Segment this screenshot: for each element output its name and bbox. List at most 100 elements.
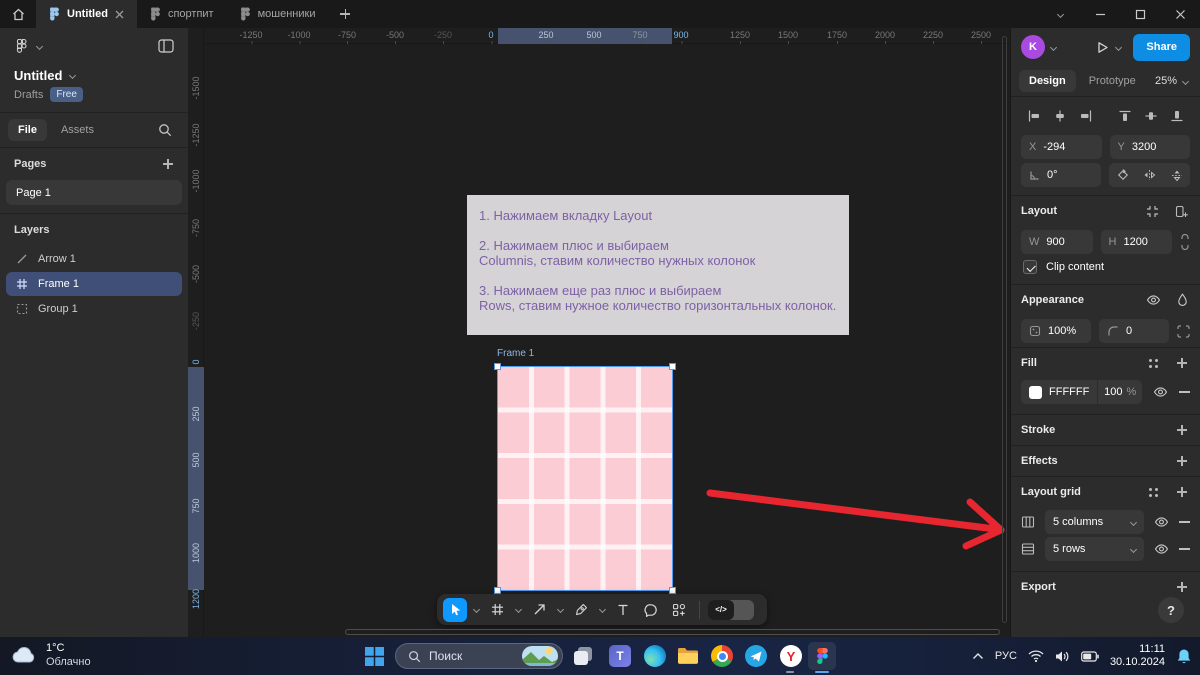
- minimize-button[interactable]: [1080, 0, 1120, 28]
- search-button[interactable]: [150, 123, 180, 137]
- eye-icon[interactable]: [1146, 294, 1161, 306]
- add-export-button[interactable]: [1176, 581, 1188, 593]
- corner-radius-field[interactable]: 0: [1099, 319, 1169, 343]
- page-item[interactable]: Page 1: [6, 180, 182, 205]
- language-indicator[interactable]: РУС: [995, 650, 1017, 662]
- align-bottom-icon[interactable]: [1170, 109, 1184, 123]
- pen-tool-chevron[interactable]: [597, 605, 607, 614]
- add-effect-button[interactable]: [1176, 455, 1188, 467]
- close-window-button[interactable]: [1160, 0, 1200, 28]
- maximize-button[interactable]: [1120, 0, 1160, 28]
- search-highlight-thumbnail[interactable]: [522, 646, 558, 666]
- x-position-field[interactable]: X -294: [1021, 135, 1102, 159]
- rotation-field[interactable]: 0°: [1021, 163, 1101, 187]
- layer-item-frame[interactable]: Frame 1: [6, 272, 182, 296]
- remove-rows-grid-button[interactable]: [1179, 548, 1190, 550]
- add-layout-grid-button[interactable]: [1176, 486, 1188, 498]
- fill-color-control[interactable]: FFFFFF 100 %: [1021, 380, 1142, 404]
- clock-widget[interactable]: 11:11 30.10.2024: [1110, 643, 1165, 669]
- pen-tool-button[interactable]: [569, 598, 593, 622]
- eye-icon[interactable]: [1154, 516, 1169, 528]
- frame-tool-chevron[interactable]: [513, 605, 523, 614]
- eye-icon[interactable]: [1154, 543, 1169, 555]
- taskbar-app-teams[interactable]: T: [608, 644, 632, 668]
- share-button[interactable]: Share: [1133, 33, 1190, 61]
- clip-content-checkbox[interactable]: [1023, 260, 1037, 274]
- y-position-field[interactable]: Y 3200: [1109, 135, 1190, 159]
- remove-fill-button[interactable]: [1179, 391, 1190, 393]
- selection-handle-nw[interactable]: [494, 363, 501, 370]
- volume-icon[interactable]: [1055, 650, 1070, 663]
- zoom-control[interactable]: 25%: [1155, 75, 1192, 87]
- start-button[interactable]: [362, 644, 386, 668]
- rows-grid-dropdown[interactable]: 5 rows: [1045, 537, 1144, 561]
- eye-icon[interactable]: [1153, 386, 1168, 398]
- fill-opacity-field[interactable]: 100 %: [1097, 380, 1142, 404]
- selection-handle-ne[interactable]: [669, 363, 676, 370]
- text-tool-button[interactable]: [611, 598, 635, 622]
- columns-grid-dropdown[interactable]: 5 columns: [1045, 510, 1144, 534]
- tab-file[interactable]: File: [8, 119, 47, 141]
- toggle-sidebar-button[interactable]: [158, 39, 174, 53]
- tab-prototype[interactable]: Prototype: [1079, 70, 1146, 92]
- frame-1-object[interactable]: [494, 363, 676, 594]
- play-icon[interactable]: [1096, 41, 1109, 54]
- rotate-button[interactable]: [1109, 169, 1136, 181]
- resize-to-fit-icon[interactable]: [1146, 205, 1159, 218]
- fill-hex-field[interactable]: FFFFFF: [1021, 385, 1097, 399]
- file-tab-sportpit[interactable]: спортпит: [137, 0, 227, 28]
- hidden-icons-chevron[interactable]: [972, 652, 984, 660]
- shape-tool-chevron[interactable]: [555, 605, 565, 614]
- comment-tool-button[interactable]: [639, 598, 663, 622]
- frame-tool-button[interactable]: [485, 598, 509, 622]
- add-fill-button[interactable]: [1176, 357, 1188, 369]
- close-tab-icon[interactable]: [115, 10, 124, 19]
- independent-corners-icon[interactable]: [1177, 324, 1190, 338]
- taskbar-app-chrome[interactable]: [710, 644, 734, 668]
- vertical-scrollbar[interactable]: [1002, 36, 1007, 623]
- styles-icon[interactable]: [1147, 486, 1160, 499]
- width-field[interactable]: W 900: [1021, 230, 1093, 254]
- clip-content-row[interactable]: Clip content: [1011, 258, 1200, 284]
- tab-assets[interactable]: Assets: [51, 119, 104, 141]
- battery-icon[interactable]: [1081, 650, 1099, 662]
- taskbar-app-telegram[interactable]: [744, 644, 768, 668]
- tab-design[interactable]: Design: [1019, 70, 1076, 92]
- play-options-chevron-icon[interactable]: [1115, 43, 1123, 51]
- move-tool-chevron[interactable]: [471, 605, 481, 614]
- height-field[interactable]: H 1200: [1100, 230, 1172, 254]
- flip-horizontal-button[interactable]: [1136, 169, 1163, 181]
- selection-handle-sw[interactable]: [494, 587, 501, 594]
- help-button[interactable]: ?: [1158, 597, 1184, 623]
- account-chevron-icon[interactable]: [1049, 43, 1058, 51]
- taskbar-app-yandex[interactable]: Y: [779, 644, 803, 668]
- add-stroke-button[interactable]: [1176, 424, 1188, 436]
- wifi-icon[interactable]: [1028, 650, 1044, 662]
- align-top-icon[interactable]: [1118, 109, 1132, 123]
- instruction-note[interactable]: 1. Нажимаем вкладку Layout 2. Нажимаем п…: [467, 195, 849, 335]
- layer-item-arrow[interactable]: Arrow 1: [6, 247, 182, 271]
- opacity-field[interactable]: 100%: [1021, 319, 1091, 343]
- actions-tool-button[interactable]: [667, 598, 691, 622]
- blend-droplet-icon[interactable]: [1177, 293, 1188, 307]
- taskbar-search[interactable]: Поиск: [395, 643, 563, 669]
- flip-vertical-button[interactable]: [1163, 169, 1190, 182]
- taskbar-app-edge[interactable]: [643, 644, 667, 668]
- color-swatch[interactable]: [1029, 385, 1042, 399]
- auto-layout-add-icon[interactable]: [1175, 205, 1188, 218]
- main-menu-figma-icon[interactable]: [14, 38, 30, 54]
- remove-columns-grid-button[interactable]: [1179, 521, 1190, 523]
- taskbar-app-explorer[interactable]: [676, 644, 700, 668]
- layer-item-group[interactable]: Group 1: [6, 297, 182, 321]
- home-button[interactable]: [0, 0, 36, 28]
- weather-widget[interactable]: 1°C Облачно: [10, 641, 91, 669]
- selection-handle-se[interactable]: [669, 587, 676, 594]
- dev-mode-toggle[interactable]: </>: [708, 599, 754, 620]
- align-left-icon[interactable]: [1027, 109, 1041, 123]
- canvas[interactable]: -1250 -1000 -750 -500 -250 0 250 500 750…: [188, 28, 1010, 637]
- breadcrumb[interactable]: Drafts: [14, 89, 43, 101]
- menu-chevron-icon[interactable]: [35, 42, 44, 50]
- taskbar-app-figma-active[interactable]: [808, 642, 836, 670]
- file-tab-moshenniki[interactable]: мошенники: [227, 0, 329, 28]
- horizontal-scrollbar[interactable]: [345, 629, 1000, 635]
